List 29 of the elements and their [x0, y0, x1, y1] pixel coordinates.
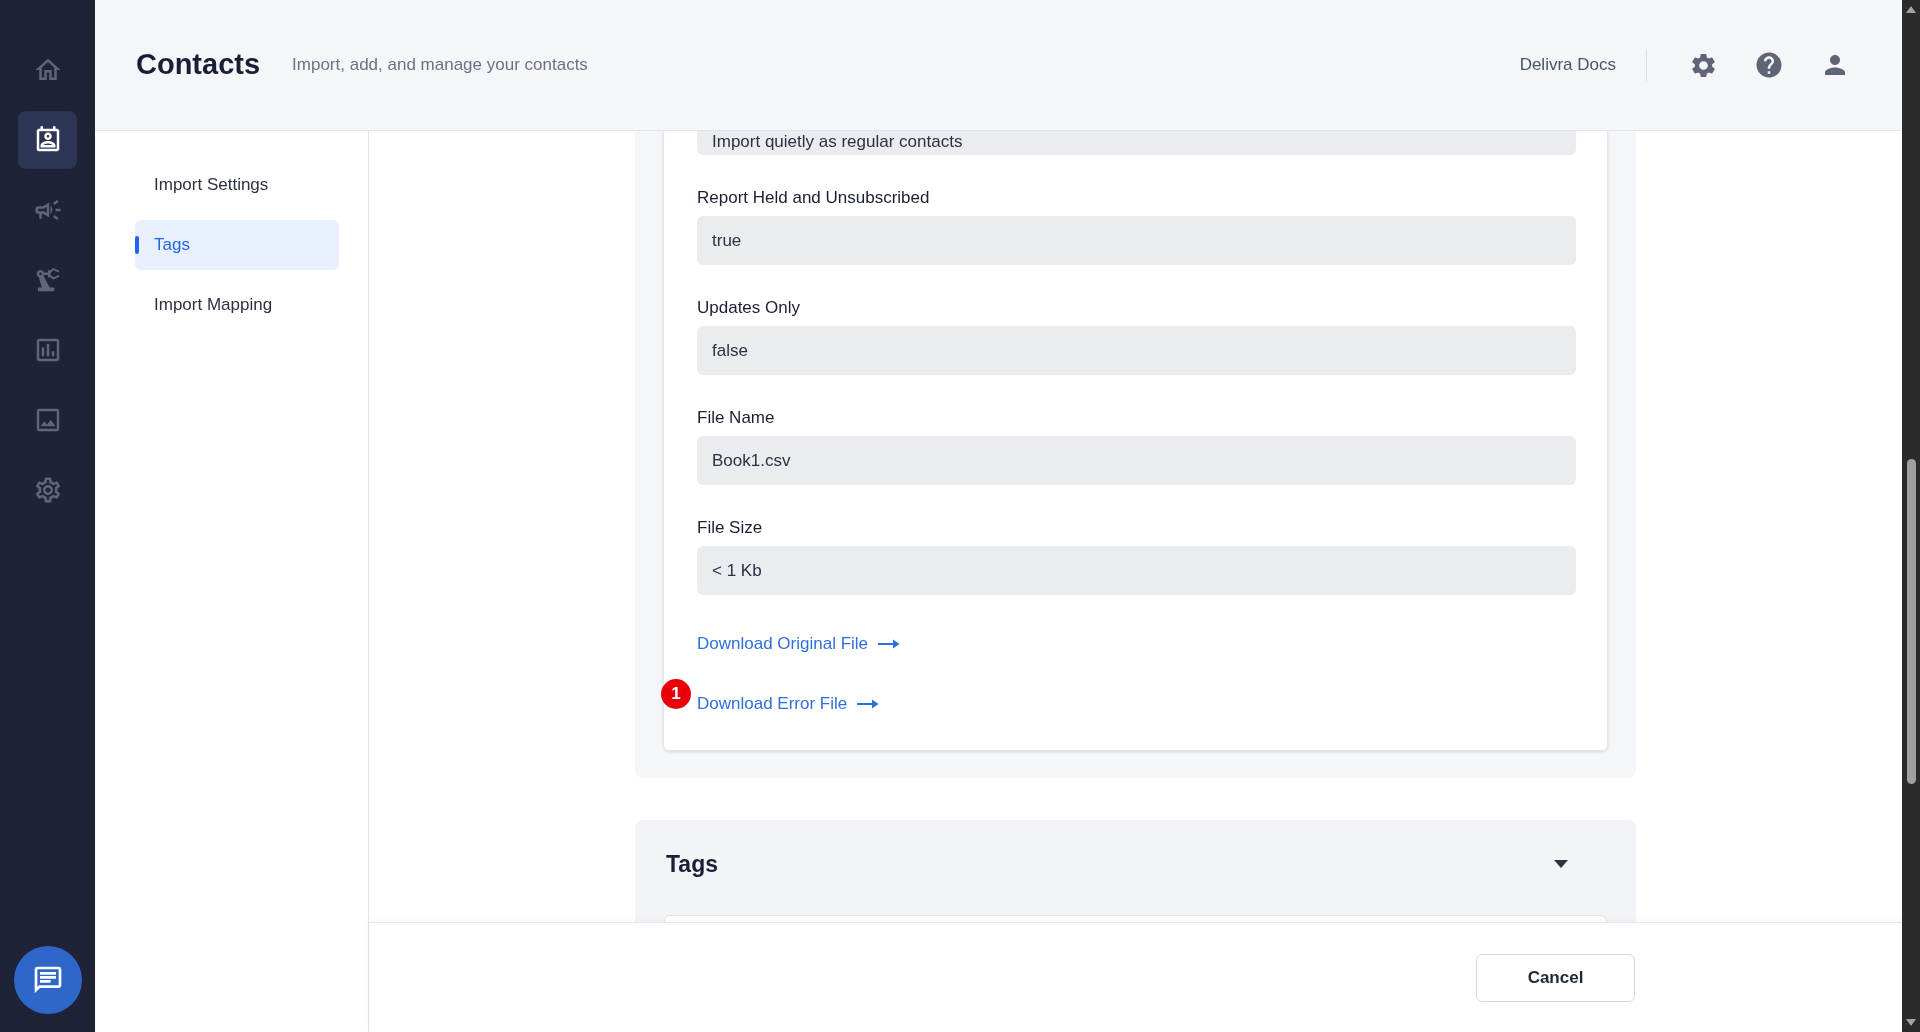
- field-label: Report Held and Unsubscribed: [697, 187, 931, 209]
- cancel-button[interactable]: Cancel: [1476, 953, 1635, 1002]
- help-icon[interactable]: [1754, 50, 1784, 80]
- caret-down-icon[interactable]: [1554, 860, 1568, 868]
- page-subtitle: Import, add, and manage your contacts: [292, 54, 588, 77]
- download-link[interactable]: Download Original File: [697, 633, 901, 655]
- scroll-up-icon[interactable]: [1906, 6, 1916, 13]
- arrow-right-icon: [857, 698, 880, 710]
- section-nav-item[interactable]: Import Settings: [135, 160, 339, 210]
- section-nav-item[interactable]: Import Mapping: [135, 280, 339, 330]
- number-badge: 1: [661, 679, 691, 709]
- text-field[interactable]: false: [697, 326, 1576, 375]
- scrollbar[interactable]: [1902, 0, 1920, 1032]
- download-link[interactable]: Download Error File: [697, 693, 880, 715]
- text-field[interactable]: Import quietly as regular contacts: [697, 131, 1576, 155]
- scroll-down-icon[interactable]: [1906, 1019, 1916, 1026]
- field-label: File Name: [697, 407, 776, 429]
- section-title: Tags: [666, 849, 718, 879]
- field-label: Updates Only: [697, 297, 801, 319]
- text-field[interactable]: true: [697, 216, 1576, 265]
- docs-link[interactable]: Delivra Docs: [1519, 52, 1616, 78]
- page-title: Contacts: [136, 47, 261, 83]
- text-field[interactable]: < 1 Kb: [697, 546, 1576, 595]
- field-label: File Size: [697, 517, 764, 539]
- text-field[interactable]: Book1.csv: [697, 436, 1576, 485]
- section-nav-item[interactable]: Tags: [135, 220, 339, 270]
- nav-rail-button[interactable]: [18, 111, 77, 169]
- arrow-right-icon: [878, 638, 901, 650]
- scrollbar-thumb[interactable]: [1906, 459, 1916, 784]
